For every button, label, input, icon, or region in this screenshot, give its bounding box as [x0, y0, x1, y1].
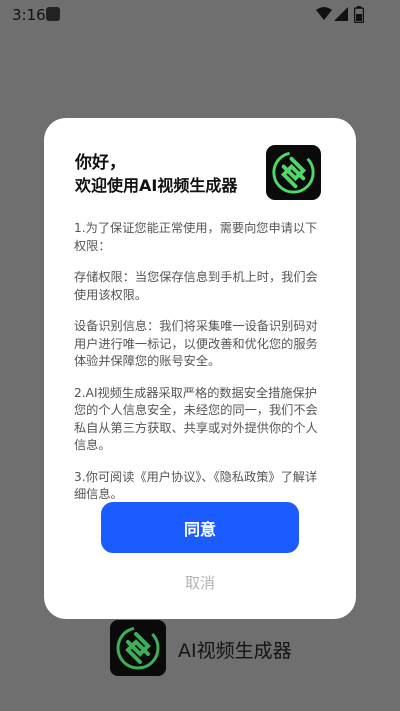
permission-intro: 1.为了保证您能正常使用，需要向您申请以下权限：: [74, 221, 318, 253]
battery-icon: [354, 6, 364, 23]
signal-icon: [334, 7, 348, 21]
wifi-icon: [316, 7, 332, 20]
data-security-text: 2.AI视频生成器采取严格的数据安全措施保护您的个人信息安全，未经您的同一，我们…: [74, 385, 318, 453]
notification-icon: [46, 7, 60, 21]
privacy-dialog: 你好， 欢迎使用AI视频生成器 1.为了保证您能正常使用，需要向您申请以下权限：…: [44, 118, 356, 619]
device-id-text: 设备识别信息：我们将采集唯一设备识别码对用户进行唯一标记，以便改善和优化您的服务…: [74, 319, 318, 368]
ai-video-logo-icon: [266, 145, 321, 200]
ai-video-logo-icon: [110, 620, 166, 676]
storage-permission-text: 存储权限：当您保存信息到手机上时，我们会使用该权限。: [74, 270, 318, 302]
status-bar: 3:16: [0, 0, 400, 30]
dialog-greeting: 你好，: [75, 153, 126, 173]
status-icons: [312, 6, 372, 24]
status-time: 3:16: [12, 6, 46, 24]
dialog-body: 1.为了保证您能正常使用，需要向您申请以下权限： 存储权限：当您保存信息到手机上…: [74, 220, 328, 518]
dialog-title: 欢迎使用AI视频生成器: [75, 176, 238, 195]
background-app: AI视频生成器: [110, 620, 330, 676]
agree-button[interactable]: 同意: [101, 502, 299, 553]
cancel-button[interactable]: 取消: [150, 570, 250, 594]
background-app-name: AI视频生成器: [178, 640, 292, 662]
policy-links-text[interactable]: 3.你可阅读《用户协议》、《隐私政策》了解详细信息。: [74, 469, 328, 504]
